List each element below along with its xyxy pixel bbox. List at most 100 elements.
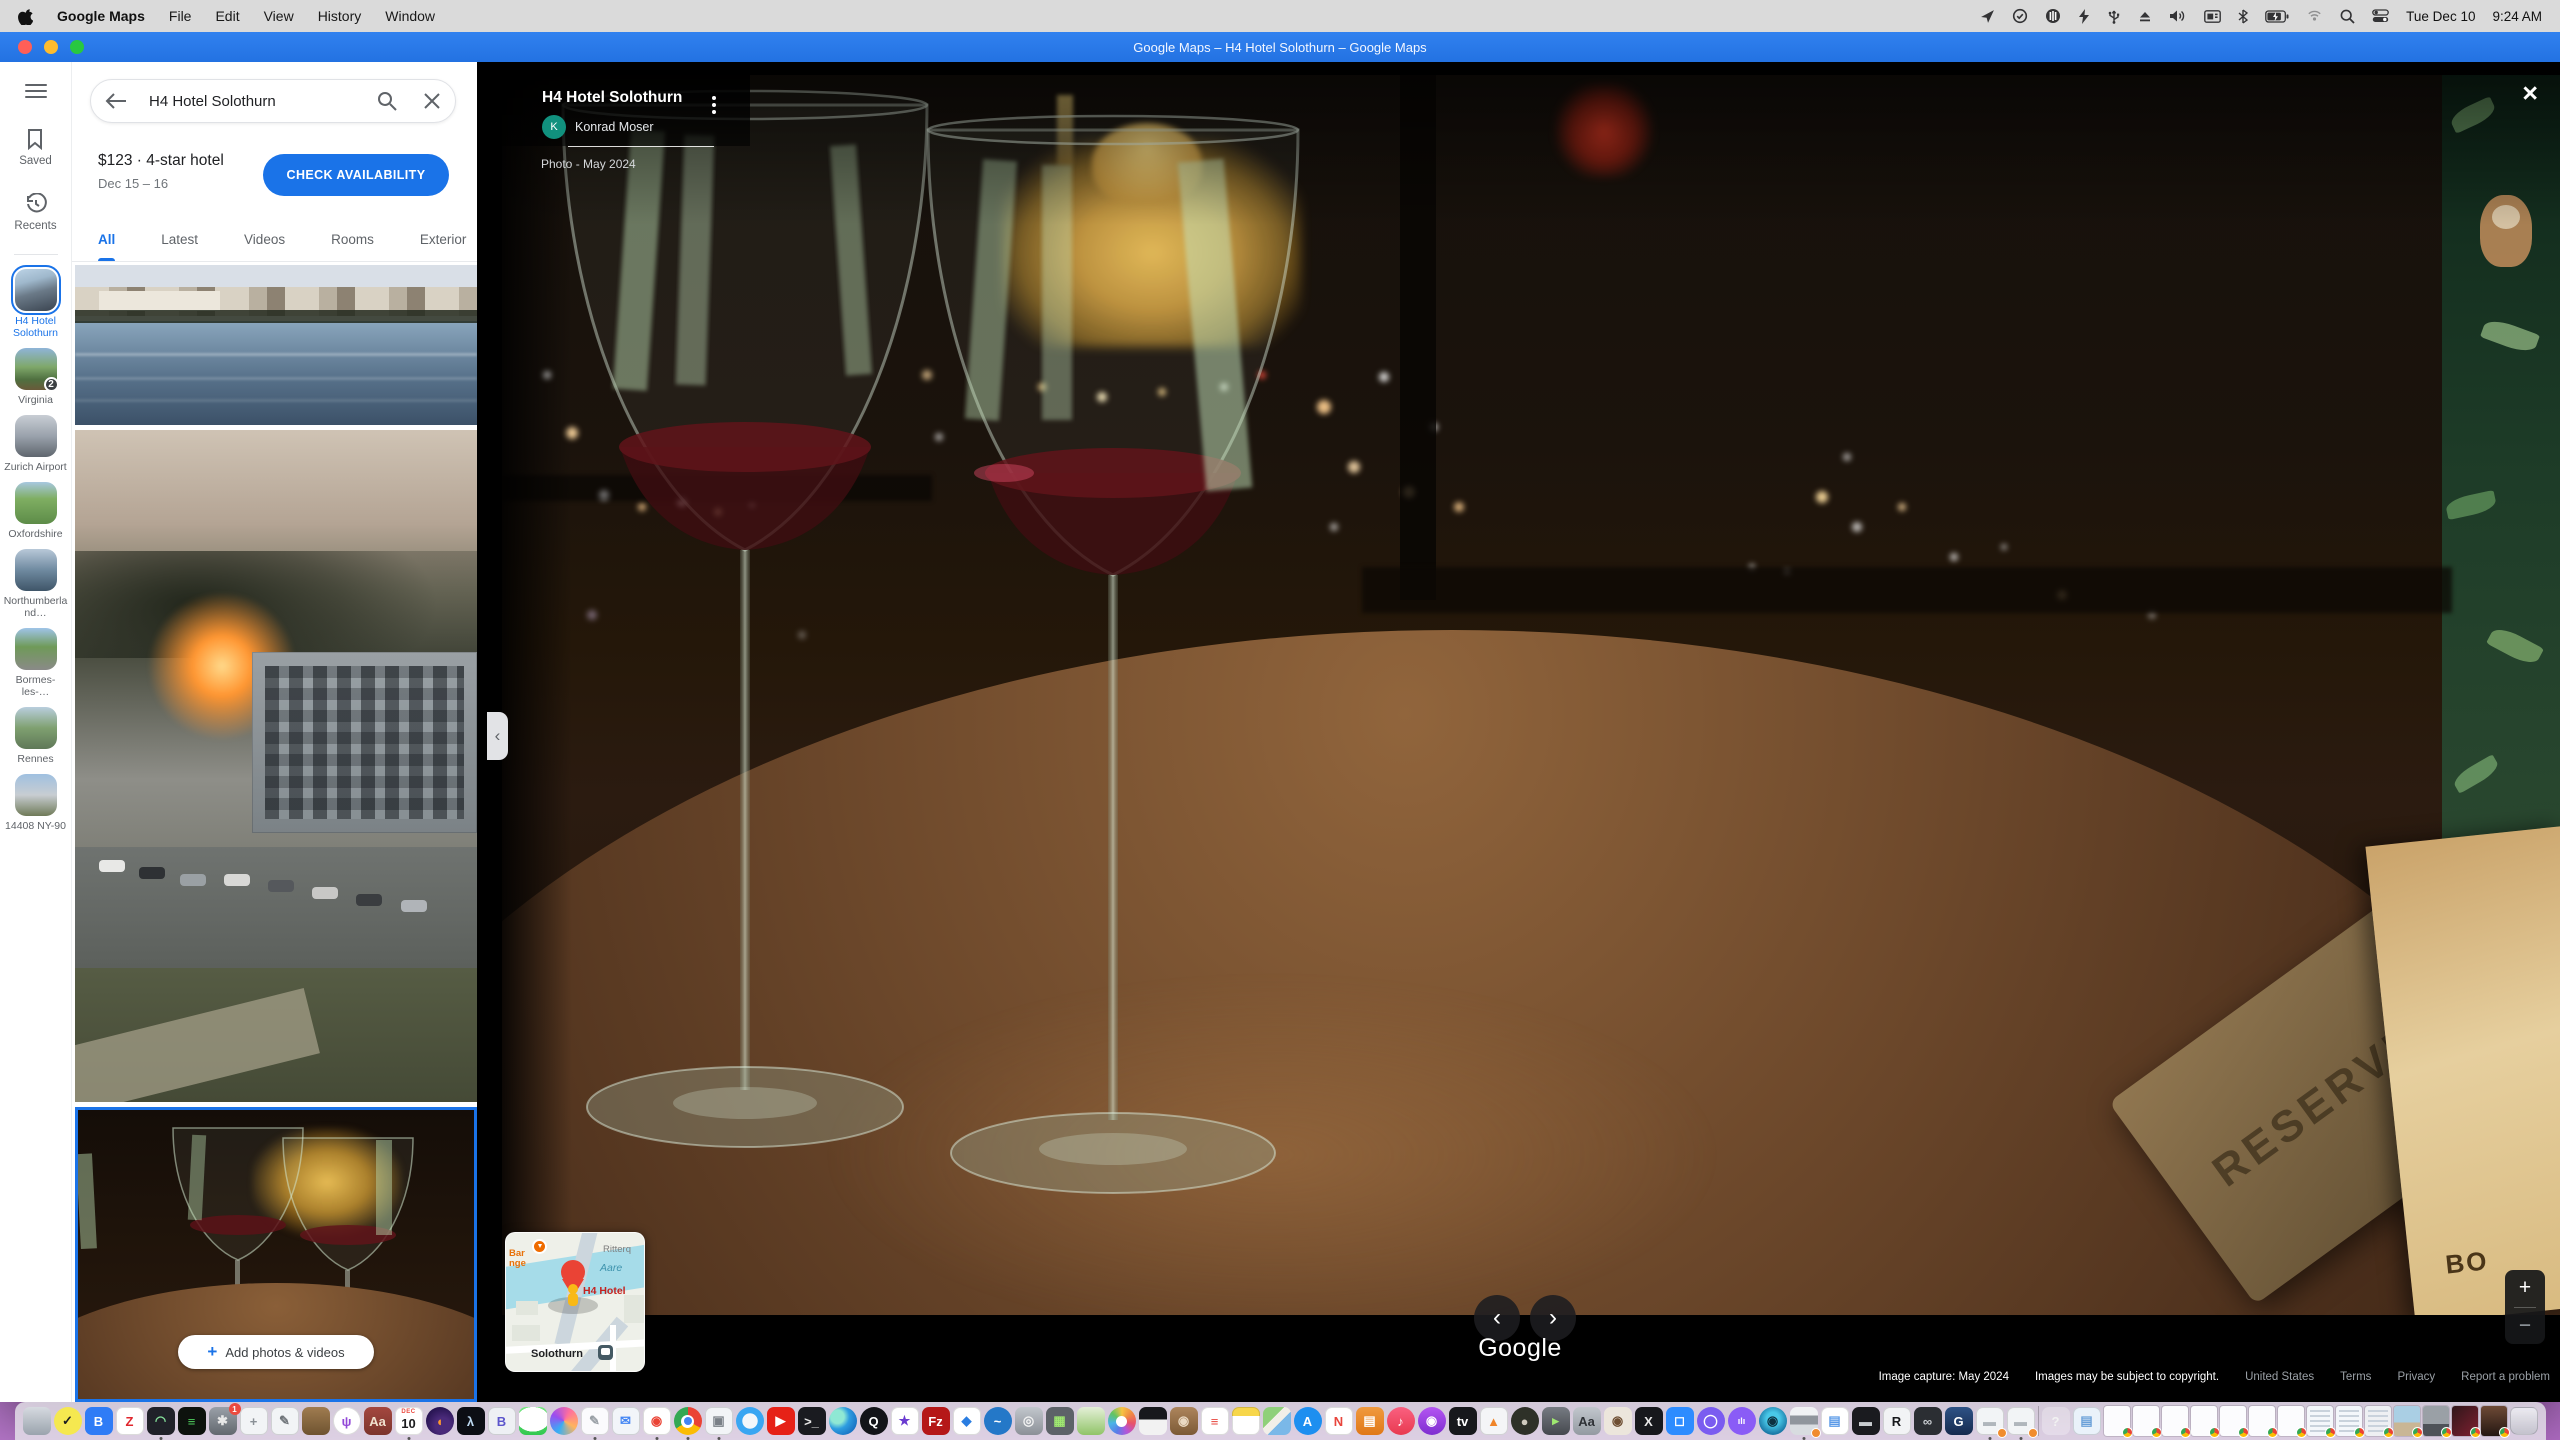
dock-chrome[interactable]	[674, 1407, 702, 1435]
dock-missing-app[interactable]: ?	[2042, 1407, 2070, 1435]
dock-font-book[interactable]: Aa	[1573, 1407, 1601, 1435]
dock-drafting[interactable]: ✎	[271, 1407, 299, 1435]
dock-printer[interactable]	[1790, 1407, 1818, 1435]
dock-diagnostics[interactable]: +	[240, 1407, 268, 1435]
photo-thumbnail-river[interactable]	[75, 265, 477, 425]
close-window-button[interactable]	[18, 40, 32, 54]
sidebar-place-virginia[interactable]: 2Virginia	[0, 348, 72, 406]
record-status-icon[interactable]	[2045, 8, 2061, 24]
collapse-panel-button[interactable]: ‹	[487, 712, 508, 760]
menubar-app-name[interactable]: Google Maps	[57, 8, 145, 24]
dock-google-maps-app[interactable]: ◉	[643, 1407, 671, 1435]
dock-doc-window[interactable]	[2336, 1406, 2362, 1436]
dock-reminders[interactable]: ≡	[1201, 1407, 1229, 1435]
dock-messages[interactable]	[519, 1407, 547, 1435]
dock-dvd-player[interactable]: ◎	[1015, 1407, 1043, 1435]
location-status-icon[interactable]	[1980, 9, 1995, 24]
tab-videos[interactable]: Videos	[244, 222, 285, 261]
author-avatar[interactable]: K	[542, 115, 566, 139]
photo-thumbnail-selected-wine[interactable]: + Add photos & videos	[75, 1107, 477, 1402]
dock-speedtest[interactable]: ◠	[147, 1407, 175, 1435]
close-photo-icon[interactable]: ×	[2522, 80, 2538, 107]
dock-pictures-folder[interactable]: ▤	[2073, 1407, 2101, 1435]
dock-keychain[interactable]: ∞	[1914, 1407, 1942, 1435]
dock-finder-window[interactable]	[2365, 1406, 2391, 1436]
sidebar-place-oxfordshire[interactable]: Oxfordshire	[0, 482, 72, 540]
dock-audio-meters[interactable]: ≡	[178, 1407, 206, 1435]
dock-gimp[interactable]: ◉	[1604, 1407, 1632, 1435]
clock-status-icon[interactable]	[2012, 8, 2028, 24]
menubar-clock[interactable]: 9:24 AM	[2492, 9, 2542, 24]
shortcuts-status-icon[interactable]	[2078, 9, 2090, 24]
footer-link-privacy[interactable]: Privacy	[2397, 1371, 2435, 1383]
dock-chrome-window[interactable]	[2278, 1406, 2304, 1436]
dock-podcasts[interactable]: ◉	[1418, 1407, 1446, 1435]
dock-vlc[interactable]: ▲	[1480, 1407, 1508, 1435]
sidebar-place-bormes-les-[interactable]: Bormes-les-…	[0, 628, 72, 698]
search-bar[interactable]: H4 Hotel Solothurn	[90, 79, 456, 123]
dock-messenger[interactable]	[550, 1407, 578, 1435]
sidebar-place-zurich-airport[interactable]: Zurich Airport	[0, 415, 72, 473]
dock-music[interactable]: ♪	[1387, 1407, 1415, 1435]
tab-rooms[interactable]: Rooms	[331, 222, 374, 261]
dock-transit-app[interactable]	[1263, 1407, 1291, 1435]
search-input[interactable]: H4 Hotel Solothurn	[149, 93, 377, 110]
dock-vinyl[interactable]: ●	[1511, 1407, 1539, 1435]
sidebar-place-h4-hotel-solothurn[interactable]: H4 Hotel Solothurn	[0, 269, 72, 339]
dock-video-editor[interactable]: ▦	[1046, 1407, 1074, 1435]
photo-author[interactable]: Konrad Moser	[575, 120, 654, 134]
minimap[interactable]: Barnge Ritterq Aare H4 Hotel Solothurn	[505, 1232, 645, 1372]
dock-zinio[interactable]: Z	[116, 1407, 144, 1435]
dock-finder[interactable]	[23, 1407, 51, 1435]
dock-piano[interactable]	[1139, 1407, 1167, 1435]
bluetooth-status-icon[interactable]	[2238, 9, 2248, 24]
dock-apple-tv[interactable]: tv	[1449, 1407, 1477, 1435]
tab-all[interactable]: All	[98, 222, 115, 261]
dock-notes[interactable]: ✎	[581, 1407, 609, 1435]
menubar-menu-file[interactable]: File	[169, 8, 192, 24]
check-availability-button[interactable]: CHECK AVAILABILITY	[263, 154, 449, 196]
input-status-icon[interactable]	[2204, 10, 2221, 23]
dock-check-app[interactable]: ✓	[54, 1407, 82, 1435]
add-photos-button[interactable]: + Add photos & videos	[178, 1335, 374, 1369]
dock-chrome-window[interactable]	[2104, 1406, 2130, 1436]
dock-transmit[interactable]: ◆	[953, 1407, 981, 1435]
zoom-window-button[interactable]	[70, 40, 84, 54]
dock-frog-app[interactable]	[1077, 1407, 1105, 1435]
dock-scanner[interactable]: ▬	[1852, 1407, 1880, 1435]
menubar-menu-history[interactable]: History	[318, 8, 362, 24]
dock-firefox[interactable]: ◖	[426, 1407, 454, 1435]
dock-app-store[interactable]: A	[1294, 1407, 1322, 1435]
dock-photo-window-screen[interactable]	[2452, 1406, 2478, 1436]
zoom-out-button[interactable]: −	[2505, 1308, 2545, 1345]
dock-terminal[interactable]: >_	[798, 1407, 826, 1435]
dock-chrome-window[interactable]	[2220, 1406, 2246, 1436]
dock-terminal-gray[interactable]: ▸	[1542, 1407, 1570, 1435]
dock-usb-utility[interactable]: ψ	[333, 1407, 361, 1435]
minimize-window-button[interactable]	[44, 40, 58, 54]
dock-photo-window-beach[interactable]	[2394, 1406, 2420, 1436]
dock-chrome-window[interactable]	[2249, 1406, 2275, 1436]
dock-chrome-window[interactable]	[2191, 1406, 2217, 1436]
dock-preview[interactable]: ▣	[705, 1407, 733, 1435]
menubar-date[interactable]: Tue Dec 10	[2406, 9, 2475, 24]
dock-photo-window-people[interactable]	[2423, 1406, 2449, 1436]
photo-thumbnail-building[interactable]	[75, 430, 477, 1102]
dock-xquartz[interactable]: X	[1635, 1407, 1663, 1435]
dock-chrome-window[interactable]	[2162, 1406, 2188, 1436]
dock-print-center[interactable]: ▤	[1821, 1407, 1849, 1435]
usb-status-icon[interactable]	[2107, 9, 2121, 24]
hamburger-menu-icon[interactable]	[25, 80, 47, 102]
back-arrow-icon[interactable]	[105, 93, 127, 109]
menubar-menu-window[interactable]: Window	[385, 8, 435, 24]
sidebar-place-14408-ny-90[interactable]: 14408 NY-90	[0, 774, 72, 832]
window-titlebar[interactable]: Google Maps – H4 Hotel Solothurn – Googl…	[0, 32, 2560, 62]
footer-link-report-a-problem[interactable]: Report a problem	[2461, 1371, 2550, 1383]
more-options-icon[interactable]	[712, 93, 716, 117]
dock-safari[interactable]	[736, 1407, 764, 1435]
dock-home-g[interactable]: G	[1945, 1407, 1973, 1435]
dock-doc-window[interactable]	[2307, 1406, 2333, 1436]
menubar-menu-edit[interactable]: Edit	[215, 8, 239, 24]
clear-search-icon[interactable]	[423, 92, 441, 110]
airdrop-status-icon[interactable]	[2306, 9, 2323, 23]
